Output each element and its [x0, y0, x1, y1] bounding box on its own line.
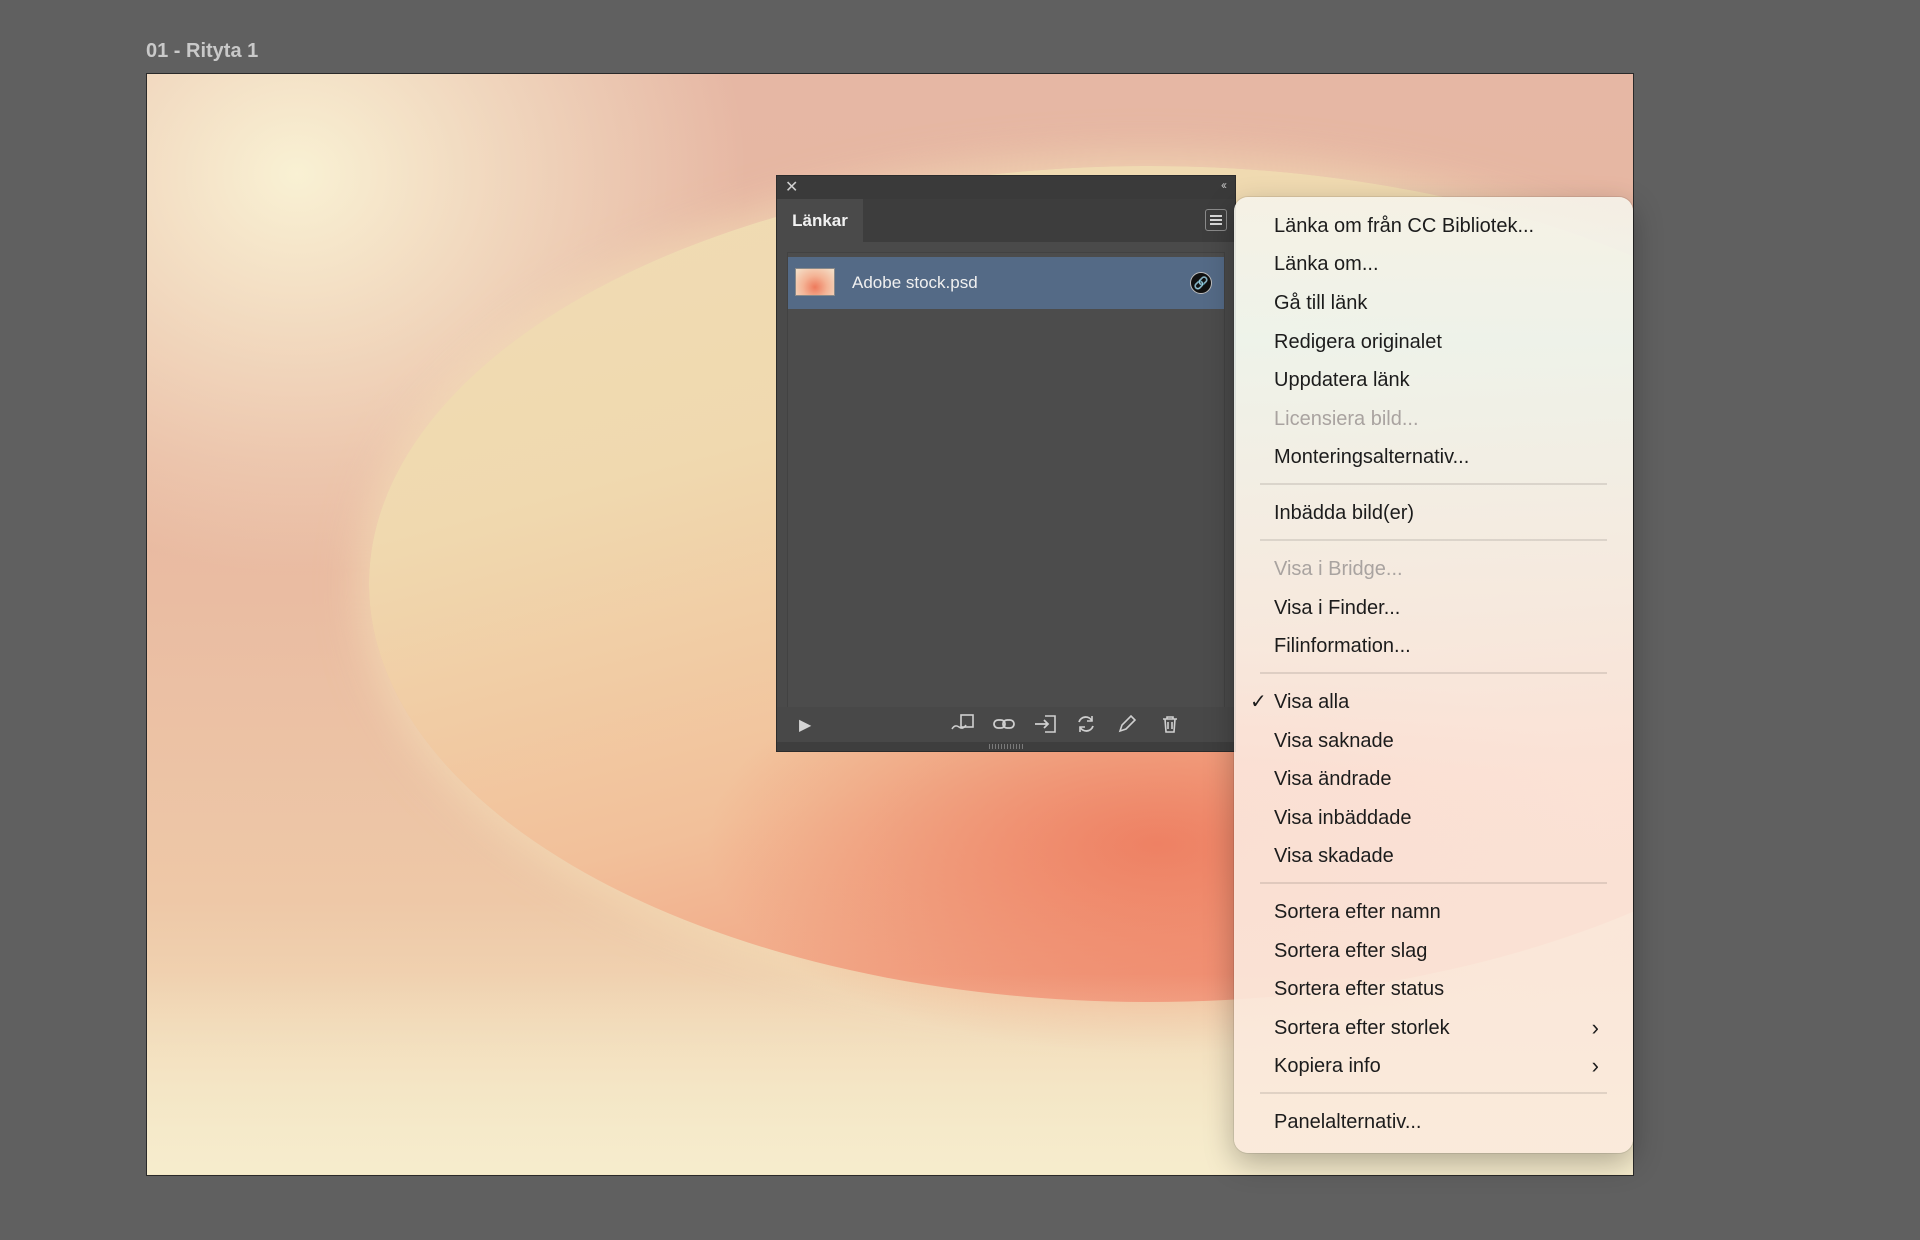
- tab-links[interactable]: Länkar: [777, 199, 863, 242]
- relink-icon[interactable]: [992, 714, 1016, 739]
- close-icon[interactable]: ✕: [785, 177, 798, 197]
- links-panel: ✕ ‹‹ Länkar Adobe stock.psd 🔗 ▶: [776, 175, 1236, 752]
- menu-separator: [1260, 672, 1607, 674]
- menu-item-sort-by-kind[interactable]: Sortera efter slag: [1274, 933, 1609, 969]
- menu-item-reveal-in-bridge: Visa i Bridge...: [1274, 558, 1403, 580]
- checkmark-icon: ✓: [1250, 691, 1267, 713]
- link-icon: 🔗: [1190, 272, 1212, 294]
- menu-item-show-embedded[interactable]: Visa inbäddade: [1274, 800, 1609, 836]
- menu-item-license-image: Licensiera bild...: [1274, 408, 1419, 430]
- play-icon[interactable]: ▶: [799, 715, 811, 735]
- menu-item-copy-info[interactable]: Kopiera info ›: [1274, 1048, 1609, 1084]
- panel-tab-bar: Länkar: [777, 199, 1235, 242]
- links-list: Adobe stock.psd 🔗: [787, 252, 1225, 708]
- artboard-label: 01 - Rityta 1: [146, 40, 259, 62]
- menu-item-panel-options[interactable]: Panelalternativ...: [1274, 1104, 1609, 1140]
- artwork-glow: [147, 74, 747, 574]
- menu-item-placement-options[interactable]: Monteringsalternativ...: [1274, 439, 1609, 475]
- update-link-icon[interactable]: [1075, 714, 1097, 739]
- go-to-link-icon[interactable]: [1033, 714, 1059, 739]
- menu-separator: [1260, 539, 1607, 541]
- menu-item-edit-original[interactable]: Redigera originalet: [1274, 324, 1609, 360]
- panel-footer: ▶: [777, 707, 1235, 743]
- menu-item-go-to-link[interactable]: Gå till länk: [1274, 285, 1609, 321]
- delete-icon[interactable]: [1160, 714, 1180, 739]
- menu-item-embed-images[interactable]: Inbädda bild(er): [1274, 495, 1609, 531]
- relink-from-cc-library-icon[interactable]: [950, 714, 976, 739]
- menu-separator: [1260, 483, 1607, 485]
- resize-grip[interactable]: [777, 742, 1235, 751]
- menu-item-show-all[interactable]: ✓ Visa alla: [1250, 684, 1609, 720]
- menu-item-relink-from-cc-library[interactable]: Länka om från CC Bibliotek...: [1274, 208, 1609, 244]
- menu-separator: [1260, 882, 1607, 884]
- menu-separator: [1260, 1092, 1607, 1094]
- menu-item-show-modified[interactable]: Visa ändrade: [1274, 761, 1609, 797]
- menu-item-show-invalid[interactable]: Visa skadade: [1274, 838, 1609, 874]
- menu-item-update-link[interactable]: Uppdatera länk: [1274, 362, 1609, 398]
- chevron-right-icon: ›: [1591, 1053, 1599, 1078]
- menu-item-relink[interactable]: Länka om...: [1274, 246, 1609, 282]
- menu-item-sort-by-size[interactable]: Sortera efter storlek ›: [1274, 1010, 1609, 1046]
- collapse-icon[interactable]: ‹‹: [1221, 178, 1227, 192]
- menu-item-file-info[interactable]: Filinformation...: [1274, 628, 1609, 664]
- panel-title-bar[interactable]: ✕ ‹‹: [777, 176, 1235, 199]
- menu-item-sort-by-name[interactable]: Sortera efter namn: [1274, 894, 1609, 930]
- panel-menu-button[interactable]: [1205, 209, 1227, 231]
- menu-item-show-missing[interactable]: Visa saknade: [1274, 723, 1609, 759]
- list-item[interactable]: Adobe stock.psd 🔗: [788, 257, 1224, 309]
- edit-original-icon[interactable]: [1117, 714, 1137, 739]
- menu-item-reveal-in-finder[interactable]: Visa i Finder...: [1274, 590, 1609, 626]
- link-thumbnail: [795, 268, 835, 296]
- menu-item-sort-by-status[interactable]: Sortera efter status: [1274, 971, 1609, 1007]
- chevron-right-icon: ›: [1591, 1015, 1599, 1040]
- links-panel-menu: Länka om från CC Bibliotek... Länka om..…: [1234, 197, 1633, 1153]
- link-name: Adobe stock.psd: [852, 273, 978, 292]
